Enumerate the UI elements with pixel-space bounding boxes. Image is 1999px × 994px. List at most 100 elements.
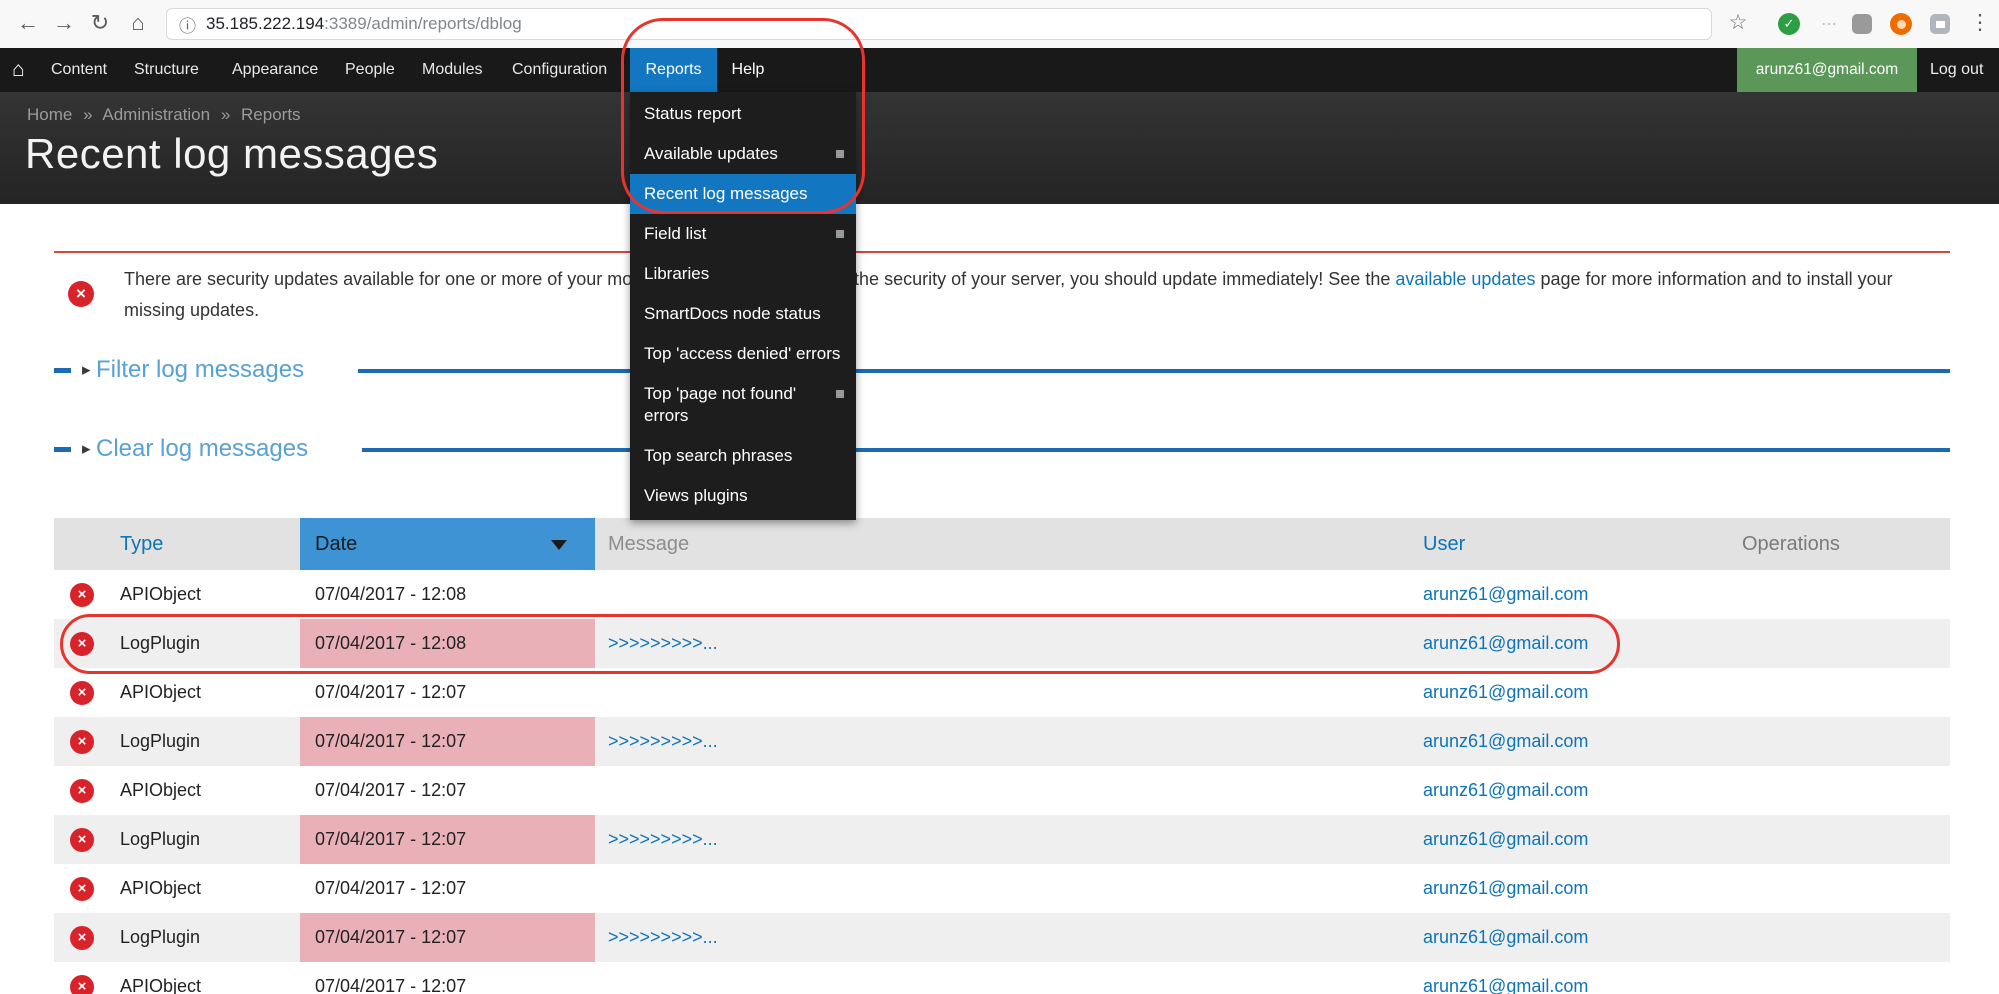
row-date: 07/04/2017 - 12:07	[300, 962, 595, 994]
menu-reports[interactable]: Reports	[630, 48, 717, 92]
user-link[interactable]: arunz61@gmail.com	[1423, 976, 1588, 994]
error-x-icon: ×	[70, 926, 94, 950]
home-icon[interactable]: ⌂	[124, 10, 152, 36]
filter-collapse-arrow-icon[interactable]: ▸	[82, 360, 91, 380]
message-link[interactable]: >>>>>>>>>...	[608, 633, 718, 654]
error-banner-border	[54, 251, 1950, 253]
row-message	[595, 864, 1420, 913]
menu-item-top-search-phrases[interactable]: Top search phrases	[630, 436, 856, 476]
header-type[interactable]: Type	[110, 518, 300, 570]
table-row: × LogPlugin 07/04/2017 - 12:07 >>>>>>>>>…	[54, 913, 1950, 962]
breadcrumb-separator: »	[221, 105, 230, 124]
address-bar[interactable]: ⓘ 35.185.222.194:3389/admin/reports/dblo…	[166, 8, 1712, 40]
menu-item-field-list[interactable]: Field list	[630, 214, 856, 254]
extension-gray-icon[interactable]	[1852, 14, 1872, 34]
menu-item-recent-log-messages[interactable]: Recent log messages	[630, 174, 856, 214]
row-type: APIObject	[110, 962, 300, 994]
sort-desc-icon	[551, 540, 567, 550]
page-header: Home » Administration » Reports Recent l…	[0, 92, 1999, 204]
row-severity-cell: ×	[54, 962, 110, 994]
row-user: arunz61@gmail.com	[1420, 913, 1705, 962]
reload-icon[interactable]: ↻	[86, 10, 114, 36]
menu-help[interactable]: Help	[717, 48, 779, 92]
extension-green-check-icon[interactable]: ✓	[1778, 13, 1800, 35]
clear-fieldset-dash	[54, 447, 71, 452]
extension-orange-inner	[1897, 20, 1906, 29]
breadcrumb-home[interactable]: Home	[27, 105, 72, 124]
user-link[interactable]: arunz61@gmail.com	[1423, 731, 1588, 752]
back-icon[interactable]: ←	[14, 10, 42, 36]
user-link[interactable]: arunz61@gmail.com	[1423, 633, 1588, 654]
row-type: LogPlugin	[110, 717, 300, 766]
menu-item-top-page-not-found[interactable]: Top 'page not found' errors	[630, 374, 856, 436]
row-user: arunz61@gmail.com	[1420, 570, 1705, 619]
error-x-icon: ×	[70, 632, 94, 656]
clear-collapse-arrow-icon[interactable]: ▸	[82, 439, 91, 459]
header-user[interactable]: User	[1420, 518, 1705, 570]
error-x-icon: ×	[70, 975, 94, 994]
row-user: arunz61@gmail.com	[1420, 766, 1705, 815]
menu-appearance[interactable]: Appearance	[232, 48, 318, 92]
row-severity-cell: ×	[54, 619, 110, 668]
menu-modules[interactable]: Modules	[422, 48, 482, 92]
table-row: × LogPlugin 07/04/2017 - 12:07 >>>>>>>>>…	[54, 815, 1950, 864]
url-host: 35.185.222.194	[206, 14, 324, 34]
user-link[interactable]: arunz61@gmail.com	[1423, 927, 1588, 948]
clear-log-messages-legend[interactable]: Clear log messages	[96, 435, 308, 463]
extension-dots-icon[interactable]: ⋯	[1818, 13, 1840, 35]
menu-item-smartdocs-node-status[interactable]: SmartDocs node status	[630, 294, 856, 334]
breadcrumb-administration[interactable]: Administration	[102, 105, 210, 124]
message-link[interactable]: >>>>>>>>>...	[608, 829, 718, 850]
filter-log-messages-legend[interactable]: Filter log messages	[96, 356, 304, 384]
browser-menu-icon[interactable]: ⋮	[1966, 10, 1994, 35]
table-row: × APIObject 07/04/2017 - 12:08 arunz61@g…	[54, 570, 1950, 619]
message-link[interactable]: >>>>>>>>>...	[608, 927, 718, 948]
user-email-badge[interactable]: arunz61@gmail.com	[1737, 48, 1917, 92]
row-severity-cell: ×	[54, 717, 110, 766]
row-operations	[1705, 570, 1950, 619]
menu-content[interactable]: Content	[51, 48, 107, 92]
user-link[interactable]: arunz61@gmail.com	[1423, 829, 1588, 850]
row-severity-cell: ×	[54, 864, 110, 913]
menu-people[interactable]: People	[345, 48, 395, 92]
user-link[interactable]: arunz61@gmail.com	[1423, 780, 1588, 801]
message-link[interactable]: >>>>>>>>>...	[608, 731, 718, 752]
menu-item-status-report[interactable]: Status report	[630, 94, 856, 134]
row-date: 07/04/2017 - 12:07	[300, 815, 595, 864]
menu-item-top-access-denied[interactable]: Top 'access denied' errors	[630, 334, 856, 374]
filter-fieldset-dash	[54, 368, 71, 373]
row-date: 07/04/2017 - 12:08	[300, 570, 595, 619]
site-info-icon[interactable]: ⓘ	[179, 12, 196, 37]
extension-monitor-icon[interactable]	[1930, 14, 1950, 34]
header-date[interactable]: Date	[300, 518, 595, 570]
screen: ← → ↻ ⌂ ⓘ 35.185.222.194:3389/admin/repo…	[0, 0, 1999, 994]
error-banner-text: There are security updates available for…	[124, 264, 1914, 326]
menu-structure[interactable]: Structure	[134, 48, 199, 92]
row-date: 07/04/2017 - 12:07	[300, 864, 595, 913]
user-link[interactable]: arunz61@gmail.com	[1423, 584, 1588, 605]
logout-link[interactable]: Log out	[1930, 48, 1983, 92]
header-icon-column	[54, 518, 110, 570]
forward-icon[interactable]: →	[50, 10, 78, 36]
user-link[interactable]: arunz61@gmail.com	[1423, 878, 1588, 899]
breadcrumb-reports[interactable]: Reports	[241, 105, 301, 124]
menu-configuration[interactable]: Configuration	[512, 48, 607, 92]
row-date: 07/04/2017 - 12:07	[300, 913, 595, 962]
menu-item-available-updates[interactable]: Available updates	[630, 134, 856, 174]
row-message	[595, 570, 1420, 619]
row-operations	[1705, 913, 1950, 962]
row-severity-cell: ×	[54, 570, 110, 619]
bookmark-star-icon[interactable]: ☆	[1724, 10, 1752, 35]
available-updates-link[interactable]: available updates	[1395, 269, 1535, 289]
row-date: 07/04/2017 - 12:07	[300, 717, 595, 766]
extension-orange-icon[interactable]	[1890, 13, 1912, 35]
row-message: >>>>>>>>>...	[595, 717, 1420, 766]
user-link[interactable]: arunz61@gmail.com	[1423, 682, 1588, 703]
row-severity-cell: ×	[54, 913, 110, 962]
menu-item-libraries[interactable]: Libraries	[630, 254, 856, 294]
header-message: Message	[595, 518, 1420, 570]
row-type: LogPlugin	[110, 815, 300, 864]
error-banner-icon: ×	[68, 281, 94, 307]
menu-item-views-plugins[interactable]: Views plugins	[630, 476, 856, 516]
admin-home-icon[interactable]: ⌂	[12, 48, 25, 92]
